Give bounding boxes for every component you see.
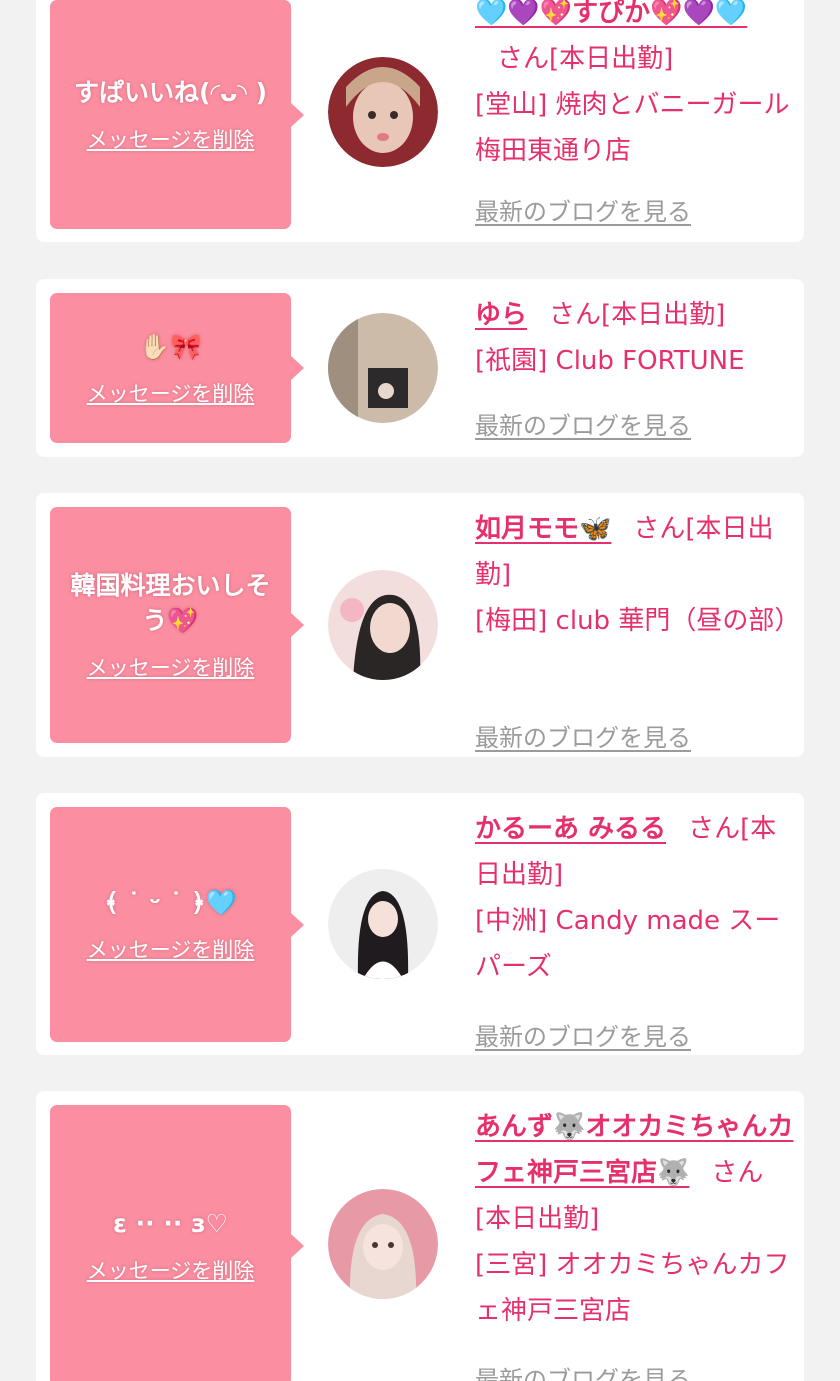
girl-avatar[interactable] [328, 570, 438, 680]
message-bubble: すぱいいね(◜ᴗ◝ ) メッセージを削除 [50, 0, 304, 229]
latest-blog-link[interactable]: 最新のブログを見る [475, 192, 691, 227]
latest-blog-link[interactable]: 最新のブログを見る [475, 1017, 691, 1052]
girl-info: あんず🐺オオカミちゃんカフェ神戸三宮店🐺 さん[本日出勤] [三宮] オオカミちゃ… [475, 1104, 795, 1381]
girl-avatar[interactable] [328, 869, 438, 979]
delete-message-link[interactable]: メッセージを削除 [87, 934, 255, 964]
latest-blog-link[interactable]: 最新のブログを見る [475, 406, 691, 441]
girl-info: 🩵💜💖すぴか💖💜🩵 さん[本日出勤] [堂山] 焼肉とバニーガール梅田東通り店 最… [475, 0, 795, 226]
message-bubble: 韓国料理おいしそう💖 メッセージを削除 [50, 507, 304, 743]
delete-message-link[interactable]: メッセージを削除 [87, 652, 255, 682]
girl-info: かるーあ みるる さん[本日出勤] [中洲] Candy made スーパーズ 最… [475, 806, 795, 1051]
shop-name: [中洲] Candy made スーパーズ [475, 906, 781, 982]
girl-status: さん[本日出勤] [497, 44, 674, 74]
latest-blog-link[interactable]: 最新のブログを見る [475, 718, 691, 753]
message-text: ✋🏻🎀 [139, 331, 202, 361]
message-bubble: ✋🏻🎀 メッセージを削除 [50, 293, 304, 443]
message-card: 韓国料理おいしそう💖 メッセージを削除 如月モモ🦋 さん[本日出勤] [梅田] c… [36, 493, 804, 757]
girl-info: ゆら さん[本日出勤] [祇園] Club FORTUNE 最新のブログを見る [475, 292, 795, 440]
message-bubble: ε ·· ·· з♡ メッセージを削除 [50, 1105, 304, 1381]
message-card: ﴾ ˙ ᵕ ˙ ﴿🩵 メッセージを削除 かるーあ みるる さん[本日出勤] [中洲… [36, 793, 804, 1055]
latest-blog-link[interactable]: 最新のブログを見る [475, 1360, 691, 1381]
shop-name: [三宮] オオカミちゃんカフェ神戸三宮店 [475, 1250, 790, 1326]
shop-name: [梅田] club 華門（昼の部） [475, 606, 801, 636]
message-text: すぱいいね(◜ᴗ◝ ) [73, 78, 268, 107]
message-card: ε ·· ·· з♡ メッセージを削除 あんず🐺オオカミちゃんカフェ神戸三宮店🐺… [36, 1091, 804, 1381]
girl-avatar[interactable] [328, 313, 438, 423]
message-text: ﴾ ˙ ᵕ ˙ ﴿🩵 [104, 888, 237, 917]
girl-name-link[interactable]: かるーあ みるる [475, 814, 666, 844]
delete-message-link[interactable]: メッセージを削除 [87, 1255, 255, 1285]
girl-avatar[interactable] [328, 1189, 438, 1299]
girl-name-link[interactable]: 🩵💜💖すぴか💖💜🩵 [475, 0, 747, 28]
message-card: すぱいいね(◜ᴗ◝ ) メッセージを削除 🩵💜💖すぴか💖💜🩵 さん[本日出勤] [… [36, 0, 804, 242]
delete-message-link[interactable]: メッセージを削除 [87, 124, 255, 154]
delete-message-link[interactable]: メッセージを削除 [87, 378, 255, 408]
girl-status: さん[本日出勤] [549, 300, 726, 330]
message-text: 韓国料理おいしそう💖 [70, 571, 271, 635]
girl-name-link[interactable]: ゆら [475, 300, 527, 330]
girl-name-link[interactable]: 如月モモ🦋 [475, 514, 611, 544]
shop-name: [祇園] Club FORTUNE [475, 346, 745, 376]
girl-info: 如月モモ🦋 さん[本日出勤] [梅田] club 華門（昼の部） 最新のブログを見… [475, 506, 801, 752]
message-bubble: ﴾ ˙ ᵕ ˙ ﴿🩵 メッセージを削除 [50, 807, 304, 1042]
shop-name: [堂山] 焼肉とバニーガール梅田東通り店 [475, 90, 790, 166]
message-card: ✋🏻🎀 メッセージを削除 ゆら さん[本日出勤] [祇園] Club FORTUN… [36, 279, 804, 457]
girl-avatar[interactable] [328, 57, 438, 167]
message-text: ε ·· ·· з♡ [113, 1209, 228, 1238]
